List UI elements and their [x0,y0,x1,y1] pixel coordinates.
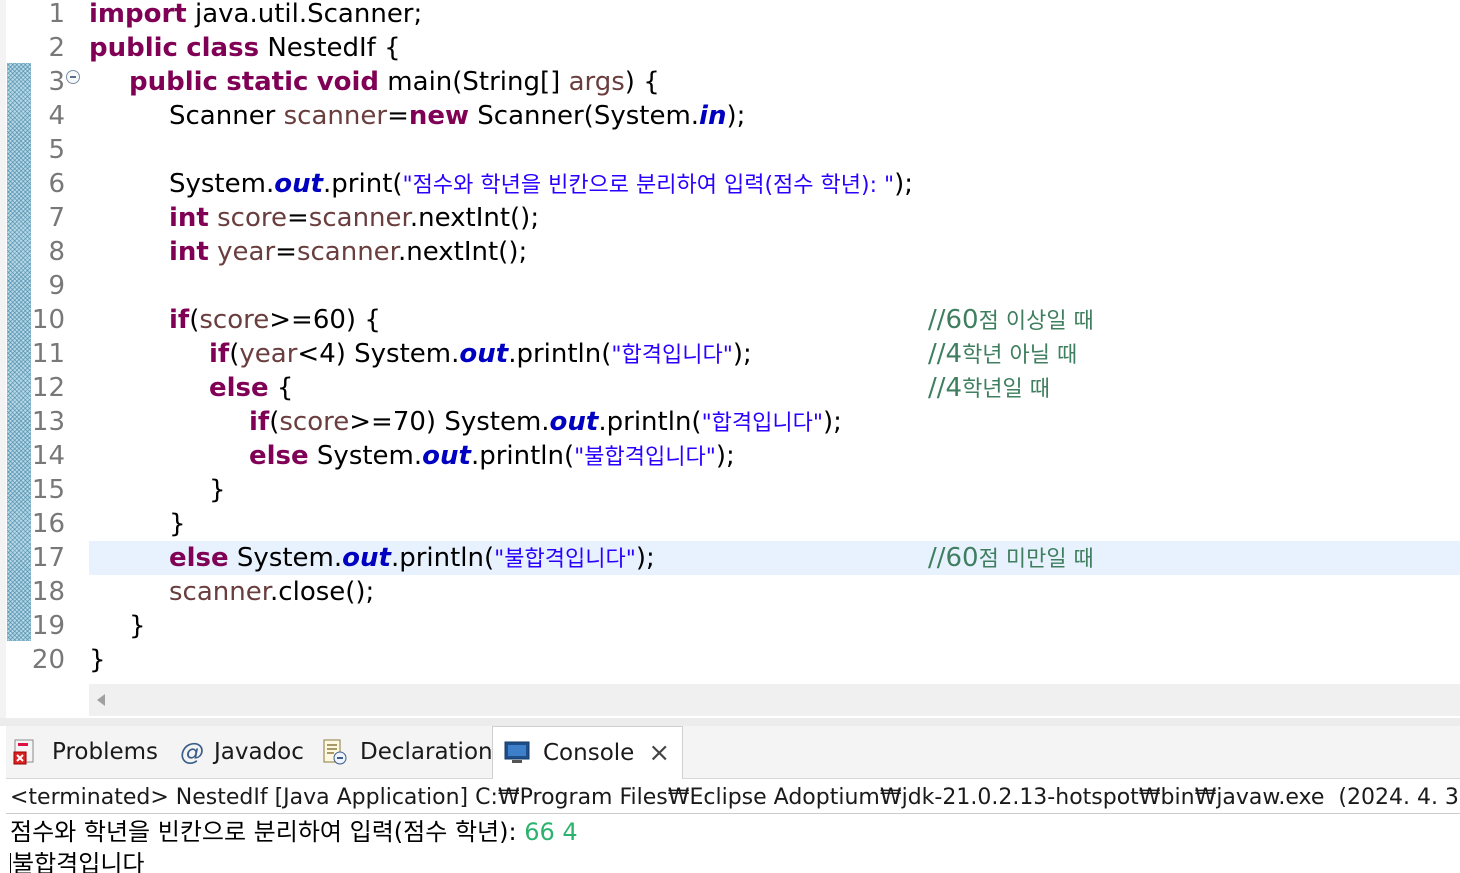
code-line: else System.out.println("불합격입니다"); [249,441,735,471]
declaration-icon [320,738,348,766]
line-number: 5 [48,135,65,165]
console-output[interactable]: <terminated> NestedIf [Java Application]… [6,779,1460,873]
scroll-left-arrow-icon[interactable] [97,694,105,706]
code-line-current: else System.out.println("불합격입니다");//60점 … [89,541,1460,575]
line-number: 9 [48,271,65,301]
console-prompt: 점수와 학년을 빈칸으로 분리하여 입력(점수 학년): [10,818,525,846]
code-line: public static void main(String[] args) { [129,67,660,97]
line-number: 3 [48,67,65,97]
editor-left-border [0,0,6,718]
line-number: 14 [31,441,65,471]
tab-label: Problems [52,739,159,765]
close-icon[interactable]: × [648,740,670,766]
code-comment: //4학년 아닐 때 [928,339,1078,369]
line-number: 12 [31,373,65,403]
code-line: int year=scanner.nextInt(); [169,237,528,267]
line-number: 15 [31,475,65,505]
code-comment: //60점 이상일 때 [928,305,1094,335]
console-separator [6,813,1460,814]
code-line: import java.util.Scanner; [89,0,423,29]
line-number: 13 [31,407,65,437]
tab-declaration[interactable]: Declaration [320,726,493,778]
tab-problems[interactable]: Problems [12,726,158,778]
code-line: scanner.close(); [169,577,375,607]
code-text-area[interactable]: import java.util.Scanner; public class N… [89,0,1460,684]
code-line: System.out.print("점수와 학년을 빈칸으로 분리하여 입력(점… [169,169,914,199]
console-result: 불합격입니다 [12,850,145,873]
console-status-line: <terminated> NestedIf [Java Application]… [10,785,1460,810]
code-line: } [89,645,106,675]
tab-javadoc[interactable]: @ Javadoc [180,726,304,778]
problems-icon [12,738,40,766]
collapse-fold-icon[interactable] [66,70,80,84]
console-line: 점수와 학년을 빈칸으로 분리하여 입력(점수 학년): 66 4 [10,815,578,849]
quick-diff-change-bar [7,63,31,641]
code-line: else {//4학년일 때 [89,371,1460,405]
line-number: 16 [31,509,65,539]
code-comment: //60점 미만일 때 [928,543,1094,573]
tab-label: Console [543,740,635,766]
code-line: if(score>=60) {//60점 이상일 때 [89,303,1460,337]
horizontal-scrollbar[interactable] [89,684,1460,716]
code-editor[interactable]: 1 2 3 4 5 6 7 8 9 10 11 12 13 14 15 16 1… [0,0,1460,718]
bottom-view-tabs: Problems @ Javadoc Declaration Console × [6,726,1460,779]
line-number-gutter: 1 2 3 4 5 6 7 8 9 10 11 12 13 14 15 16 1… [31,0,83,684]
line-number: 18 [31,577,65,607]
code-line: int score=scanner.nextInt(); [169,203,540,233]
line-number: 6 [48,169,65,199]
code-line: } [129,611,146,641]
line-number: 10 [31,305,65,335]
tab-console[interactable]: Console × [492,726,684,779]
code-line: if(year<4) System.out.println("합격입니다"); /… [89,337,1460,371]
code-line: } [169,509,186,539]
line-number: 17 [31,543,65,573]
tab-label: Javadoc [214,739,304,765]
code-line: public class NestedIf { [89,33,401,63]
console-icon [503,739,531,767]
text-caret [10,853,11,873]
pane-divider[interactable] [0,718,1460,726]
line-number: 11 [31,339,65,369]
code-line: if(score>=70) System.out.println("합격입니다"… [249,407,842,437]
console-line: 불합격입니다 [10,847,144,873]
at-sign-icon: @ [180,738,204,766]
line-number: 7 [48,203,65,233]
line-number: 1 [48,0,65,29]
code-comment: //4학년일 때 [928,373,1051,403]
tab-label: Declaration [360,739,493,765]
code-line: } [209,475,226,505]
line-number: 20 [31,645,65,675]
line-number: 8 [48,237,65,267]
console-user-input: 66 4 [524,818,578,846]
line-number: 4 [48,101,65,131]
line-number: 2 [48,33,65,63]
line-number: 19 [31,611,65,641]
code-line: Scanner scanner=new Scanner(System.in); [169,101,746,131]
